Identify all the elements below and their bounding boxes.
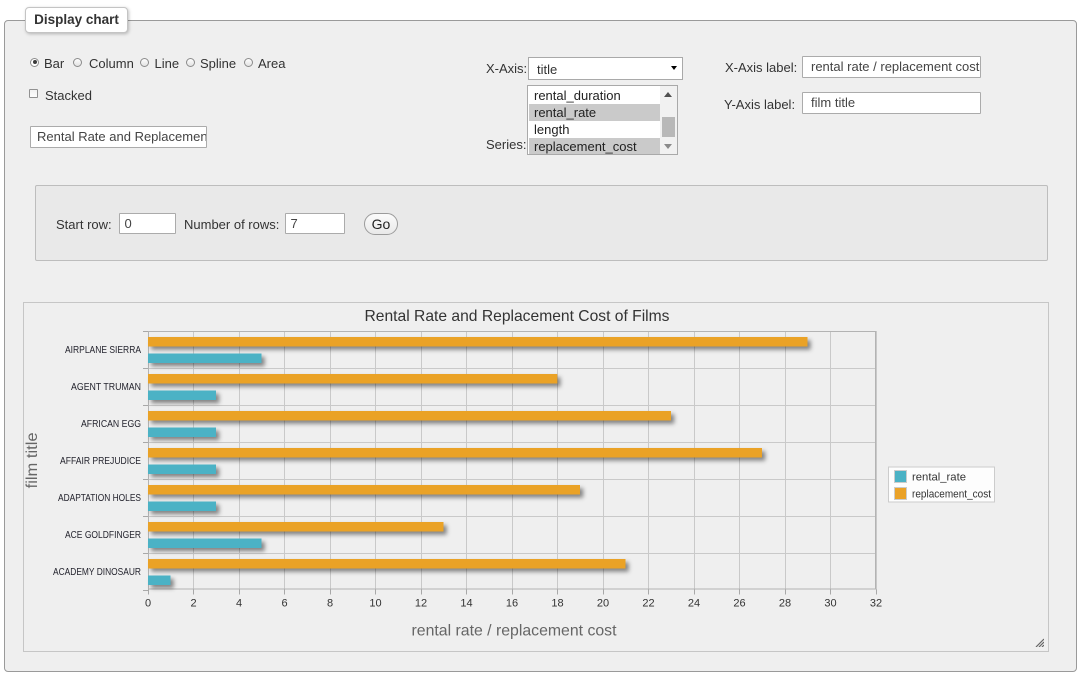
svg-text:0: 0 <box>145 598 151 610</box>
svg-text:2: 2 <box>190 598 196 610</box>
svg-text:12: 12 <box>415 598 427 610</box>
svg-text:AFRICAN EGG: AFRICAN EGG <box>81 419 141 430</box>
svg-text:18: 18 <box>551 598 563 610</box>
svg-text:ADAPTATION HOLES: ADAPTATION HOLES <box>58 493 141 504</box>
svg-text:ACE GOLDFINGER: ACE GOLDFINGER <box>65 530 141 541</box>
svg-text:30: 30 <box>824 598 836 610</box>
svg-text:24: 24 <box>688 598 700 610</box>
svg-text:4: 4 <box>236 598 242 610</box>
svg-text:rental rate / replacement cost: rental rate / replacement cost <box>412 623 618 640</box>
svg-text:AFFAIR PREJUDICE: AFFAIR PREJUDICE <box>60 456 141 467</box>
svg-text:film title: film title <box>24 432 41 488</box>
svg-text:22: 22 <box>642 598 654 610</box>
svg-text:10: 10 <box>369 598 381 610</box>
svg-text:32: 32 <box>870 598 882 610</box>
svg-text:8: 8 <box>327 598 333 610</box>
svg-text:6: 6 <box>281 598 287 610</box>
svg-text:28: 28 <box>779 598 791 610</box>
svg-text:20: 20 <box>597 598 609 610</box>
svg-text:replacement_cost: replacement_cost <box>912 489 991 501</box>
svg-text:AGENT TRUMAN: AGENT TRUMAN <box>71 382 141 393</box>
svg-text:16: 16 <box>506 598 518 610</box>
svg-text:26: 26 <box>733 598 745 610</box>
svg-text:ACADEMY DINOSAUR: ACADEMY DINOSAUR <box>53 567 141 578</box>
svg-text:14: 14 <box>460 598 472 610</box>
svg-text:Rental Rate and Replacement Co: Rental Rate and Replacement Cost of Film… <box>365 308 670 325</box>
svg-text:AIRPLANE SIERRA: AIRPLANE SIERRA <box>65 345 141 356</box>
svg-text:rental_rate: rental_rate <box>912 472 966 484</box>
